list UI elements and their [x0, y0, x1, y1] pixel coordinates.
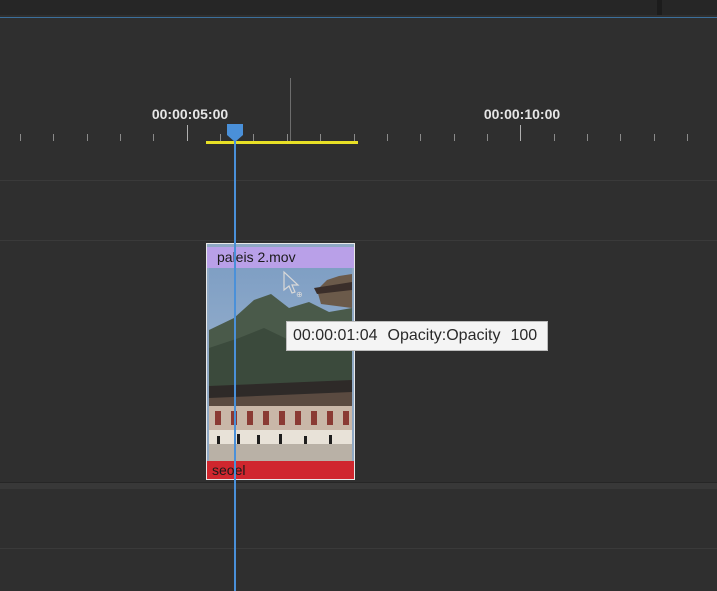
video-clip[interactable]: paleis 2.mov seoel [206, 243, 355, 480]
clip-effect-bar[interactable]: seoel [207, 461, 354, 479]
time-ruler[interactable]: 00:00:05:00 00:00:10:00 [0, 70, 717, 150]
ruler-minor-tick [53, 134, 54, 141]
ruler-minor-tick [320, 134, 321, 141]
tooltip-value: 100 [510, 327, 538, 344]
ruler-minor-tick [253, 134, 254, 141]
ruler-minor-tick [220, 134, 221, 141]
tooltip-timecode: 00:00:01:04 [293, 327, 378, 344]
ruler-major-tick [187, 125, 188, 141]
clip-name-label: paleis 2.mov [207, 247, 354, 268]
track-group-divider[interactable] [0, 482, 717, 489]
timecode-label: 00:00:05:00 [151, 106, 229, 122]
pointer-cursor-icon: ⊕ [283, 270, 303, 299]
ruler-minor-tick [153, 134, 154, 141]
timecode-label: 00:00:10:00 [483, 106, 561, 122]
ruler-minor-tick [654, 134, 655, 141]
ruler-minor-tick [87, 134, 88, 141]
ruler-minor-tick [420, 134, 421, 141]
keyframe-tooltip: 00:00:01:04 Opacity:Opacity 100 [286, 321, 549, 351]
ruler-minor-tick [287, 134, 288, 141]
ruler-minor-tick [554, 134, 555, 141]
ruler-minor-tick [20, 134, 21, 141]
ruler-minor-tick [620, 134, 621, 141]
ruler-minor-tick [587, 134, 588, 141]
track-separator [0, 240, 717, 241]
ruler-marker-line [290, 78, 291, 142]
panel-divider[interactable] [657, 0, 662, 15]
svg-text:⊕: ⊕ [296, 290, 303, 299]
ruler-minor-tick [487, 134, 488, 141]
ruler-minor-tick [454, 134, 455, 141]
ruler-minor-tick [687, 134, 688, 141]
panel-header [0, 0, 717, 15]
tooltip-property: Opacity:Opacity [387, 327, 501, 344]
playhead-line[interactable] [234, 138, 236, 591]
ruler-minor-tick [387, 134, 388, 141]
panel-top-border [0, 17, 717, 18]
clip-thumbnail [209, 268, 352, 461]
track-separator [0, 548, 717, 549]
ruler-major-tick [520, 125, 521, 141]
track-separator [0, 180, 717, 181]
ruler-minor-tick [354, 134, 355, 141]
ruler-minor-tick [120, 134, 121, 141]
